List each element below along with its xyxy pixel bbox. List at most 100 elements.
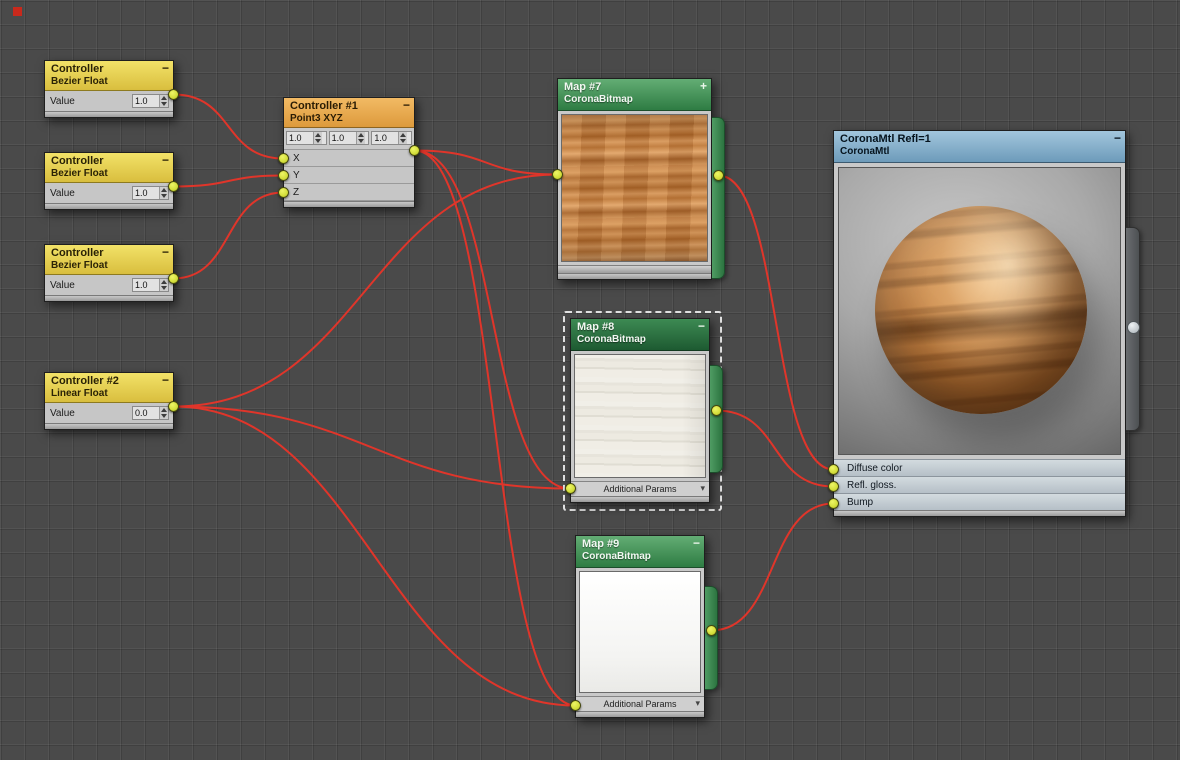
rollout-arrow-icon[interactable]: ▾: [700, 483, 705, 494]
slot-label: X: [293, 152, 300, 164]
node-header[interactable]: Controller #2 Linear Float −: [45, 373, 173, 403]
node-map7-coronabitmap[interactable]: Map #7 CoronaBitmap +: [552, 78, 725, 280]
input-socket-bump[interactable]: [828, 498, 839, 509]
node-subtitle: Point3 XYZ: [290, 113, 343, 124]
input-socket-params[interactable]: [565, 483, 576, 494]
output-socket[interactable]: [713, 170, 724, 181]
additional-params-row[interactable]: Additional Params ▾: [571, 481, 709, 496]
output-socket[interactable]: [168, 401, 179, 412]
additional-params-label: Additional Params: [603, 699, 677, 709]
node-header[interactable]: Controller Bezier Float −: [45, 245, 173, 275]
collapse-icon[interactable]: −: [693, 536, 700, 550]
node-point3-xyz[interactable]: Controller #1 Point3 XYZ − 1.0 1.0 1.0 X…: [278, 97, 420, 208]
output-socket[interactable]: [706, 625, 717, 636]
value-field[interactable]: 1.0: [133, 279, 159, 291]
output-socket[interactable]: [168, 273, 179, 284]
node-editor-canvas[interactable]: Controller Bezier Float − Value 1.0 Cont…: [0, 0, 1180, 760]
node-stack-shadow: [576, 711, 704, 717]
collapse-icon[interactable]: −: [162, 153, 169, 167]
collapse-icon[interactable]: −: [162, 61, 169, 75]
spinner-arrows-icon[interactable]: [355, 132, 365, 144]
node-map9-coronabitmap[interactable]: Map #9 CoronaBitmap − Additional Params …: [570, 535, 718, 718]
output-socket[interactable]: [409, 145, 420, 156]
node-header[interactable]: Map #9 CoronaBitmap −: [576, 536, 704, 568]
spinner-arrows-icon[interactable]: [398, 132, 408, 144]
collapse-icon[interactable]: −: [162, 373, 169, 387]
node-header[interactable]: Controller Bezier Float −: [45, 153, 173, 183]
y-spinner[interactable]: 1.0: [328, 131, 370, 145]
bitmap-preview-light-wood[interactable]: [574, 354, 706, 478]
slot-row-z[interactable]: Z: [284, 184, 414, 201]
value-row: Value 1.0: [45, 275, 173, 295]
output-tab[interactable]: [712, 117, 725, 279]
node-stack-shadow: [45, 295, 173, 301]
value-spinner[interactable]: 1.0: [132, 186, 169, 200]
node-title: Controller: [51, 155, 104, 167]
node-bezier-float-1[interactable]: Controller Bezier Float − Value 1.0: [44, 60, 179, 118]
slot-row-diffuse[interactable]: Diffuse color: [834, 459, 1125, 476]
value-field[interactable]: 1.0: [133, 187, 159, 199]
output-socket[interactable]: [168, 181, 179, 192]
input-socket-params[interactable]: [570, 700, 581, 711]
rollout-arrow-icon[interactable]: ▾: [695, 698, 700, 709]
collapse-icon[interactable]: −: [162, 245, 169, 259]
spinner-arrows-icon[interactable]: [159, 279, 168, 291]
node-header[interactable]: Map #7 CoronaBitmap +: [558, 79, 711, 111]
input-socket-diffuse[interactable]: [828, 464, 839, 475]
output-tab[interactable]: [705, 586, 718, 690]
z-value-field[interactable]: 1.0: [372, 132, 398, 144]
z-spinner[interactable]: 1.0: [371, 131, 413, 145]
node-header[interactable]: Controller Bezier Float −: [45, 61, 173, 91]
material-preview[interactable]: [838, 167, 1121, 455]
node-coronamtl[interactable]: CoronaMtl Refl=1 CoronaMtl − Diffuse col…: [828, 130, 1140, 517]
node-bezier-float-3[interactable]: Controller Bezier Float − Value 1.0: [44, 244, 179, 302]
collapse-icon[interactable]: −: [1114, 131, 1121, 145]
node-stack-shadow: [284, 201, 414, 207]
node-title: Controller #2: [51, 375, 119, 387]
slot-label: Z: [293, 186, 300, 198]
node-header[interactable]: CoronaMtl Refl=1 CoronaMtl −: [834, 131, 1125, 163]
slot-row-bump[interactable]: Bump: [834, 493, 1125, 510]
input-socket-z[interactable]: [278, 187, 289, 198]
spinner-arrows-icon[interactable]: [159, 407, 168, 419]
collapse-icon[interactable]: −: [698, 319, 705, 333]
slot-label: Bump: [847, 496, 874, 508]
bitmap-preview-white[interactable]: [579, 571, 701, 693]
node-title: Controller: [51, 247, 104, 259]
output-tab[interactable]: [710, 365, 723, 473]
input-socket-x[interactable]: [278, 153, 289, 164]
slot-label: Refl. gloss.: [847, 479, 897, 491]
x-value-field[interactable]: 1.0: [287, 132, 313, 144]
input-socket[interactable]: [552, 169, 563, 180]
node-header[interactable]: Map #8 CoronaBitmap −: [571, 319, 709, 351]
collapsed-rollout[interactable]: [558, 265, 711, 273]
collapse-icon[interactable]: −: [403, 98, 410, 112]
slot-row-x[interactable]: X: [284, 150, 414, 167]
spinner-arrows-icon[interactable]: [159, 187, 168, 199]
y-value-field[interactable]: 1.0: [330, 132, 356, 144]
value-field[interactable]: 1.0: [133, 95, 159, 107]
side-tab-handle[interactable]: [1127, 321, 1140, 334]
node-map8-coronabitmap[interactable]: Map #8 CoronaBitmap − Additional Params …: [565, 318, 723, 503]
slot-row-refl-gloss[interactable]: Refl. gloss.: [834, 476, 1125, 493]
output-socket[interactable]: [168, 89, 179, 100]
value-spinner[interactable]: 1.0: [132, 94, 169, 108]
spinner-arrows-icon[interactable]: [313, 132, 322, 144]
output-socket[interactable]: [711, 405, 722, 416]
additional-params-row[interactable]: Additional Params ▾: [576, 696, 704, 711]
spinner-arrows-icon[interactable]: [159, 95, 168, 107]
node-linear-float[interactable]: Controller #2 Linear Float − Value 0.0: [44, 372, 179, 430]
bitmap-preview-wood[interactable]: [561, 114, 708, 262]
node-header[interactable]: Controller #1 Point3 XYZ −: [284, 98, 414, 128]
node-title: Map #7: [564, 81, 602, 93]
value-spinner[interactable]: 1.0: [132, 278, 169, 292]
value-field[interactable]: 0.0: [133, 407, 159, 419]
value-spinner[interactable]: 0.0: [132, 406, 169, 420]
x-spinner[interactable]: 1.0: [286, 131, 327, 145]
node-bezier-float-2[interactable]: Controller Bezier Float − Value 1.0: [44, 152, 179, 210]
expand-icon[interactable]: +: [700, 79, 707, 93]
input-socket-y[interactable]: [278, 170, 289, 181]
input-socket-gloss[interactable]: [828, 481, 839, 492]
slot-row-y[interactable]: Y: [284, 167, 414, 184]
node-subtitle: Linear Float: [51, 388, 108, 399]
